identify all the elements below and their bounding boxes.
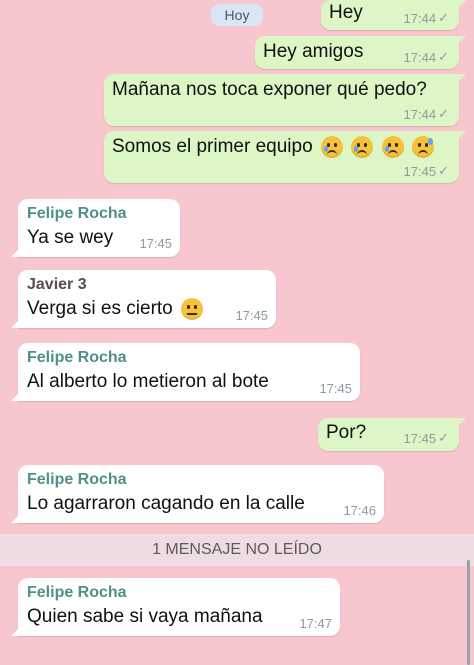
message-time: 17:45 — [319, 381, 352, 396]
sent-check-icon: ✓ — [438, 49, 449, 64]
message-text: Hey — [329, 2, 363, 23]
message-meta: 17:44 ✓ — [404, 10, 449, 26]
incoming-message[interactable]: Felipe Rocha Lo agarraron cagando en la … — [11, 465, 384, 523]
sender-name: Javier 3 — [27, 276, 87, 293]
sender-name: Felipe Rocha — [27, 471, 127, 488]
message-time: 17:44 — [403, 10, 437, 26]
sent-check-icon: ✓ — [438, 163, 449, 178]
message-text: Por? — [326, 422, 367, 443]
message-meta: 17:44 ✓ — [404, 106, 449, 122]
message-time: 17:44 — [403, 106, 437, 122]
message-meta: 17:45 ✓ — [404, 430, 449, 446]
message-text: Verga si es cierto — [27, 298, 204, 320]
sent-check-icon: ✓ — [438, 10, 449, 25]
chat-area[interactable]: Hoy Hey 17:44 ✓ Hey amigos 17:44 ✓ Mañan… — [0, 0, 474, 665]
outgoing-message[interactable]: Por? 17:45 ✓ — [318, 418, 466, 451]
sent-check-icon: ✓ — [438, 430, 449, 445]
sender-name: Felipe Rocha — [27, 584, 127, 601]
message-text: Mañana nos toca exponer qué pedo? — [112, 79, 427, 100]
outgoing-message[interactable]: Somos el primer equipo 17:45 ✓ — [104, 131, 466, 183]
message-text: Quien sabe si vaya mañana — [27, 606, 263, 627]
outgoing-message[interactable]: Hey amigos 17:44 ✓ — [255, 36, 466, 69]
incoming-message[interactable]: Javier 3 Verga si es cierto 17:45 — [11, 270, 276, 328]
message-time: 17:45 — [403, 430, 437, 446]
unread-divider: 1 MENSAJE NO LEÍDO — [0, 534, 474, 566]
incoming-message[interactable]: Felipe Rocha Quien sabe si vaya mañana 1… — [11, 578, 340, 636]
message-text-body: Somos el primer equipo — [112, 136, 313, 158]
message-text: Somos el primer equipo — [112, 136, 434, 158]
outgoing-message[interactable]: Mañana nos toca exponer qué pedo? 17:44 … — [104, 74, 466, 126]
message-time: 17:47 — [299, 616, 332, 631]
message-text: Lo agarraron cagando en la calle — [27, 493, 305, 514]
message-meta: 17:45 ✓ — [404, 163, 449, 179]
sender-name: Felipe Rocha — [27, 205, 127, 222]
message-time: 17:45 — [403, 163, 437, 179]
outgoing-message[interactable]: Hey 17:44 ✓ — [321, 0, 466, 30]
message-time: 17:45 — [235, 308, 268, 323]
message-text: Hey amigos — [263, 41, 364, 62]
message-time: 17:46 — [343, 503, 376, 518]
message-text-body: Verga si es cierto — [27, 298, 173, 320]
crying-face-emoji-icon — [320, 136, 343, 158]
neutral-face-emoji-icon — [181, 298, 204, 320]
scrollbar-thumb[interactable] — [467, 560, 470, 665]
message-text: Al alberto lo metieron al bote — [27, 371, 269, 392]
downcast-sweat-face-emoji-icon — [411, 136, 434, 158]
sender-name: Felipe Rocha — [27, 349, 127, 366]
crying-face-emoji-icon — [381, 136, 404, 158]
message-text: Ya se wey — [27, 227, 114, 248]
incoming-message[interactable]: Felipe Rocha Ya se wey 17:45 — [11, 199, 180, 257]
message-meta: 17:44 ✓ — [404, 49, 449, 65]
incoming-message[interactable]: Felipe Rocha Al alberto lo metieron al b… — [11, 343, 360, 401]
message-time: 17:44 — [403, 49, 437, 65]
date-chip: Hoy — [211, 4, 263, 26]
sent-check-icon: ✓ — [438, 106, 449, 121]
crying-face-emoji-icon — [351, 136, 374, 158]
message-time: 17:45 — [139, 236, 172, 251]
